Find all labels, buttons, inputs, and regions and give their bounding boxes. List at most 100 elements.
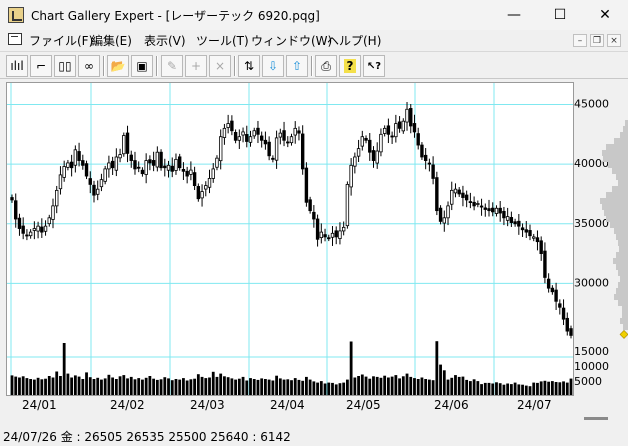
volume-bar (550, 381, 554, 395)
volume-bar (100, 379, 103, 395)
menu-file[interactable]: ファイル(F) (29, 32, 93, 49)
document-system-menu-icon[interactable] (8, 33, 22, 45)
candle-up (375, 150, 379, 164)
volume-bar (282, 379, 286, 395)
candle-up (453, 188, 458, 194)
candle-down (368, 139, 372, 153)
download-button[interactable]: ⇩ (262, 55, 284, 77)
volume-bar (103, 378, 107, 395)
app-chart-icon[interactable] (8, 7, 24, 23)
volume-bar (275, 375, 278, 395)
delete-button[interactable]: × (209, 55, 231, 77)
refresh-button[interactable]: ⇅ (238, 55, 260, 77)
candle-down (282, 130, 286, 141)
candle-down (539, 240, 543, 254)
minimize-button[interactable]: — (491, 0, 537, 30)
volume-bar (424, 379, 428, 395)
price-distribution-bar (622, 312, 628, 318)
doc-minimize-button[interactable]: – (573, 34, 587, 47)
maximize-button[interactable]: ☐ (537, 0, 583, 30)
chart-area[interactable] (6, 82, 574, 396)
volume-bar (36, 377, 40, 395)
doc-restore-button[interactable]: ❐ (590, 34, 604, 47)
edit-disabled-icon: ✎ (166, 59, 178, 73)
volume-bar (442, 370, 446, 395)
candle-up (442, 217, 446, 224)
candle-down (133, 160, 137, 170)
upload-button[interactable]: ⇧ (286, 55, 308, 77)
candle-up (505, 216, 510, 221)
candle-down (472, 201, 476, 207)
volume-bar (111, 377, 115, 395)
volume-bar (372, 376, 375, 395)
price-distribution-bar (606, 192, 628, 198)
step-chart-button[interactable]: ⌐ (30, 55, 52, 77)
candle-up (207, 178, 212, 188)
candlestick-chart-icon: ılıl (10, 59, 24, 73)
price-distribution-bar (620, 318, 628, 324)
dual-pane-button[interactable]: ▯▯ (54, 55, 76, 77)
find-button[interactable]: ∞ (78, 55, 100, 77)
volume-bar (81, 379, 85, 395)
candle-up (450, 189, 454, 205)
price-distribution-bar (606, 216, 628, 222)
menu-view[interactable]: 表示(V) (144, 32, 186, 49)
volume-bar (483, 382, 487, 395)
candle-down (177, 156, 182, 169)
candle-up (289, 136, 294, 144)
volume-bar (338, 383, 342, 395)
price-distribution-bar (600, 198, 628, 204)
candle-down (69, 161, 74, 169)
volume-bar (256, 379, 260, 395)
menu-edit[interactable]: 編集(E) (91, 32, 132, 49)
volume-bar (159, 379, 163, 395)
volume-tick-label: 15000 (574, 345, 609, 358)
volume-bar (357, 376, 360, 395)
volume-bar (472, 379, 476, 395)
volume-bar (405, 373, 409, 395)
candle-down (25, 234, 29, 237)
candle-down (569, 328, 573, 336)
menu-bar: ファイル(F) 編集(E) 表示(V) ツール(T) ウィンドウ(W) ヘルプ(… (0, 30, 628, 50)
volume-bar (137, 378, 141, 395)
volume-bar (450, 377, 454, 395)
candle-down (233, 132, 238, 141)
candle-down (554, 289, 558, 302)
volume-bar (271, 380, 275, 395)
candle-down (483, 207, 487, 210)
candlestick-chart-button[interactable]: ılıl (6, 55, 28, 77)
volume-bar (427, 379, 431, 395)
add-button[interactable]: + (185, 55, 207, 77)
volume-bar (543, 380, 547, 395)
price-distribution-bar (618, 180, 628, 186)
candle-up (218, 136, 223, 162)
price-distribution-bar (610, 222, 628, 228)
edit-button[interactable]: ✎ (161, 55, 183, 77)
volume-bar (40, 379, 44, 395)
menu-help[interactable]: ヘルプ(H) (327, 32, 381, 49)
volume-bar (144, 377, 148, 395)
volume-bar (122, 375, 126, 395)
horizontal-scrollbar[interactable] (584, 417, 608, 420)
candle-down (431, 164, 435, 179)
volume-bar (29, 379, 33, 395)
print-button[interactable]: ⎙ (315, 55, 337, 77)
save-button[interactable]: ▣ (131, 55, 153, 77)
candle-down (297, 130, 301, 134)
volume-bar (185, 380, 189, 395)
context-help-button[interactable]: ↖? (363, 55, 385, 77)
volume-bar (167, 378, 170, 395)
menu-window[interactable]: ウィンドウ(W) (251, 32, 332, 49)
candle-down (561, 307, 566, 320)
volume-bar (394, 375, 398, 395)
open-button[interactable]: 📂 (107, 55, 129, 77)
volume-bar (163, 377, 167, 395)
menu-tools[interactable]: ツール(T) (196, 32, 249, 49)
candle-up (401, 120, 405, 132)
doc-close-button[interactable]: × (607, 34, 621, 47)
volume-bar (398, 378, 401, 395)
close-button[interactable]: ✕ (582, 0, 628, 30)
candle-down (140, 169, 145, 175)
help-button[interactable]: ? (339, 55, 361, 77)
date-tick-label: 24/02 (110, 398, 145, 412)
